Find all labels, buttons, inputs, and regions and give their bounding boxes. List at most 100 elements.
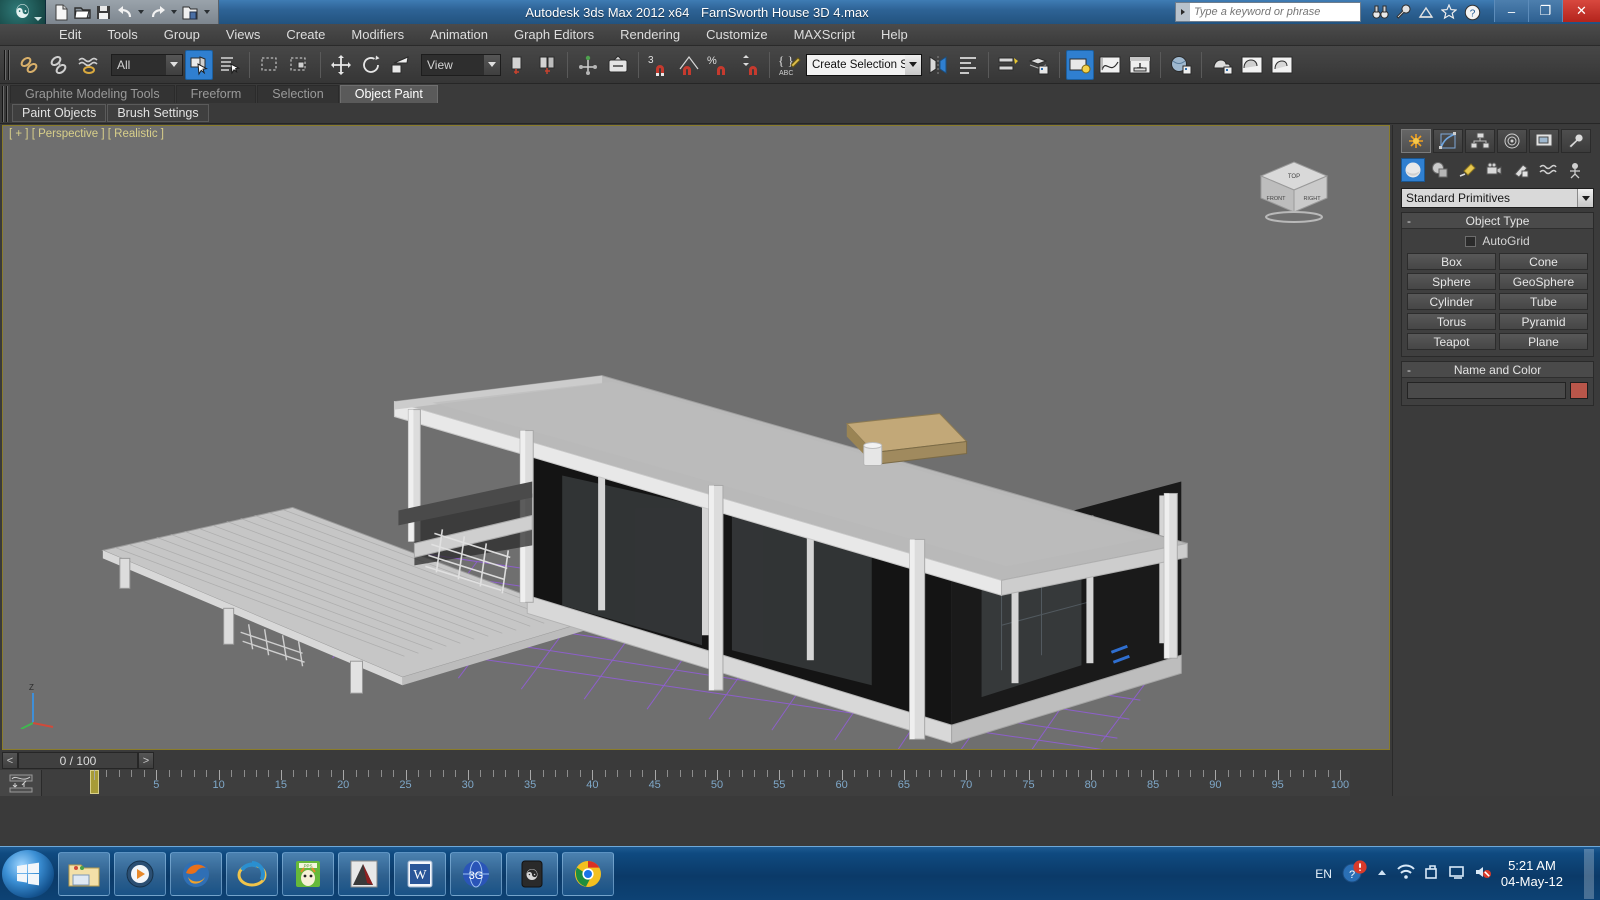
ribbon-tab-selection[interactable]: Selection xyxy=(257,85,339,103)
menu-animation[interactable]: Animation xyxy=(417,25,501,44)
satellite-dish-icon[interactable] xyxy=(1417,3,1435,21)
minimize-button[interactable]: – xyxy=(1494,0,1528,22)
pyramid-button[interactable]: Pyramid xyxy=(1499,313,1588,330)
cylinder-button[interactable]: Cylinder xyxy=(1407,293,1496,310)
taskbar-3ds-max[interactable]: ☯ xyxy=(506,851,558,896)
cameras-button[interactable] xyxy=(1482,158,1506,182)
new-file-icon[interactable] xyxy=(52,3,71,22)
space-warps-button[interactable] xyxy=(1536,158,1560,182)
chevron-down-icon[interactable] xyxy=(166,54,182,75)
modify-tab[interactable] xyxy=(1433,129,1463,153)
helpers-button[interactable] xyxy=(1509,158,1533,182)
curve-editor-icon[interactable] xyxy=(1096,50,1124,80)
select-and-manipulate-icon[interactable] xyxy=(574,50,602,80)
restore-button[interactable]: ❐ xyxy=(1528,0,1562,22)
time-slider-prev-button[interactable]: < xyxy=(2,752,18,769)
render-production-icon[interactable] xyxy=(1268,50,1296,80)
menu-create[interactable]: Create xyxy=(273,25,338,44)
shapes-button[interactable] xyxy=(1428,158,1452,182)
rectangular-selection-region-icon[interactable] xyxy=(256,50,284,80)
sphere-button[interactable]: Sphere xyxy=(1407,273,1496,290)
menu-views[interactable]: Views xyxy=(213,25,273,44)
toolbar-grip[interactable] xyxy=(4,49,10,80)
search-expand-icon[interactable] xyxy=(1176,3,1190,21)
percent-snap-toggle-icon[interactable]: % xyxy=(705,50,733,80)
tube-button[interactable]: Tube xyxy=(1499,293,1588,310)
select-and-rotate-icon[interactable] xyxy=(357,50,385,80)
teapot-button[interactable]: Teapot xyxy=(1407,333,1496,350)
application-menu-button[interactable]: ☯ xyxy=(0,0,46,24)
search-input[interactable] xyxy=(1190,3,1360,21)
language-indicator[interactable]: EN xyxy=(1315,867,1332,881)
qat-customize-icon[interactable] xyxy=(204,10,210,14)
menu-maxscript[interactable]: MAXScript xyxy=(781,25,868,44)
taskbar-windows-explorer[interactable] xyxy=(58,851,110,896)
taskbar-internet-explorer[interactable] xyxy=(226,851,278,896)
taskbar-powerpoint-show[interactable]: PPS xyxy=(282,851,334,896)
autogrid-row[interactable]: AutoGrid xyxy=(1407,234,1588,248)
cone-button[interactable]: Cone xyxy=(1499,253,1588,270)
systems-button[interactable] xyxy=(1563,158,1587,182)
ribbon-tab-freeform[interactable]: Freeform xyxy=(175,85,257,103)
track-bar[interactable]: 5 10 15 20 25 30 35 40 45 50 55 60 65 70 75 80 85 90 95 100 xyxy=(0,770,1350,796)
material-editor-icon[interactable] xyxy=(1167,50,1195,80)
select-object-icon[interactable] xyxy=(185,49,213,80)
show-desktop-button[interactable] xyxy=(1584,848,1594,899)
chevron-down-icon[interactable] xyxy=(905,54,921,75)
autogrid-checkbox[interactable] xyxy=(1465,235,1477,247)
angle-snap-toggle-icon[interactable] xyxy=(675,50,703,80)
manage-layers-icon[interactable] xyxy=(1025,50,1053,80)
unlink-selection-icon[interactable] xyxy=(45,50,73,80)
wrench-icon[interactable] xyxy=(1394,3,1412,21)
name-and-color-header[interactable]: - Name and Color xyxy=(1402,362,1593,378)
safely-remove-icon[interactable] xyxy=(1424,864,1440,883)
menu-edit[interactable]: Edit xyxy=(46,25,94,44)
open-mini-curve-editor-button[interactable] xyxy=(0,770,42,796)
spinner-snap-toggle-icon[interactable] xyxy=(735,50,763,80)
menu-customize[interactable]: Customize xyxy=(693,25,780,44)
scene-explorer-icon[interactable] xyxy=(1066,49,1094,80)
volume-muted-icon[interactable] xyxy=(1474,864,1492,883)
chevron-down-icon[interactable] xyxy=(1577,189,1593,207)
redo-icon[interactable] xyxy=(148,3,167,22)
named-selection-set-combo[interactable]: Create Selection Set xyxy=(806,53,922,76)
display-tab[interactable] xyxy=(1529,129,1559,153)
geometry-button[interactable] xyxy=(1401,158,1425,182)
object-name-input[interactable] xyxy=(1407,382,1566,399)
align-icon[interactable] xyxy=(954,50,982,80)
object-type-header[interactable]: - Object Type xyxy=(1402,213,1593,229)
plane-button[interactable]: Plane xyxy=(1499,333,1588,350)
object-color-swatch[interactable] xyxy=(1570,382,1588,399)
viewport-3d-scene[interactable] xyxy=(3,126,1389,750)
geosphere-button[interactable]: GeoSphere xyxy=(1499,273,1588,290)
help-question-icon[interactable]: ? xyxy=(1463,3,1481,21)
view-cube[interactable]: TOP FRONT RIGHT xyxy=(1251,154,1337,224)
create-tab[interactable] xyxy=(1401,129,1431,153)
undo-icon[interactable] xyxy=(115,3,134,22)
taskbar-autocad[interactable] xyxy=(338,851,390,896)
perspective-viewport[interactable]: [ + ] [ Perspective ] [ Realistic ] TOP … xyxy=(2,125,1390,750)
time-slider-next-button[interactable]: > xyxy=(138,752,154,769)
network-icon[interactable] xyxy=(1397,864,1415,883)
ribbon-tab-object-paint[interactable]: Object Paint xyxy=(339,85,438,103)
utilities-tab[interactable] xyxy=(1561,129,1591,153)
taskbar-firefox[interactable] xyxy=(170,851,222,896)
render-setup-icon[interactable] xyxy=(1208,50,1236,80)
menu-tools[interactable]: Tools xyxy=(94,25,150,44)
use-selection-center-icon[interactable] xyxy=(533,50,561,80)
time-slider-frame-field[interactable]: 0 / 100 xyxy=(18,752,138,769)
save-file-icon[interactable] xyxy=(94,3,113,22)
taskbar-word[interactable]: W xyxy=(394,851,446,896)
collapse-icon[interactable]: - xyxy=(1407,363,1411,377)
menu-help[interactable]: Help xyxy=(868,25,921,44)
select-and-scale-icon[interactable] xyxy=(387,50,415,80)
taskbar-chrome[interactable] xyxy=(562,851,614,896)
undo-dropdown-icon[interactable] xyxy=(138,10,144,14)
display-icon[interactable] xyxy=(1449,864,1465,883)
reference-coordinate-combo[interactable]: View xyxy=(421,53,501,76)
ribbon-panel-brush-settings[interactable]: Brush Settings xyxy=(107,104,209,122)
taskbar-media-player[interactable] xyxy=(114,851,166,896)
taskbar-3g[interactable]: 3G xyxy=(450,851,502,896)
redo-dropdown-icon[interactable] xyxy=(171,10,177,14)
torus-button[interactable]: Torus xyxy=(1407,313,1496,330)
